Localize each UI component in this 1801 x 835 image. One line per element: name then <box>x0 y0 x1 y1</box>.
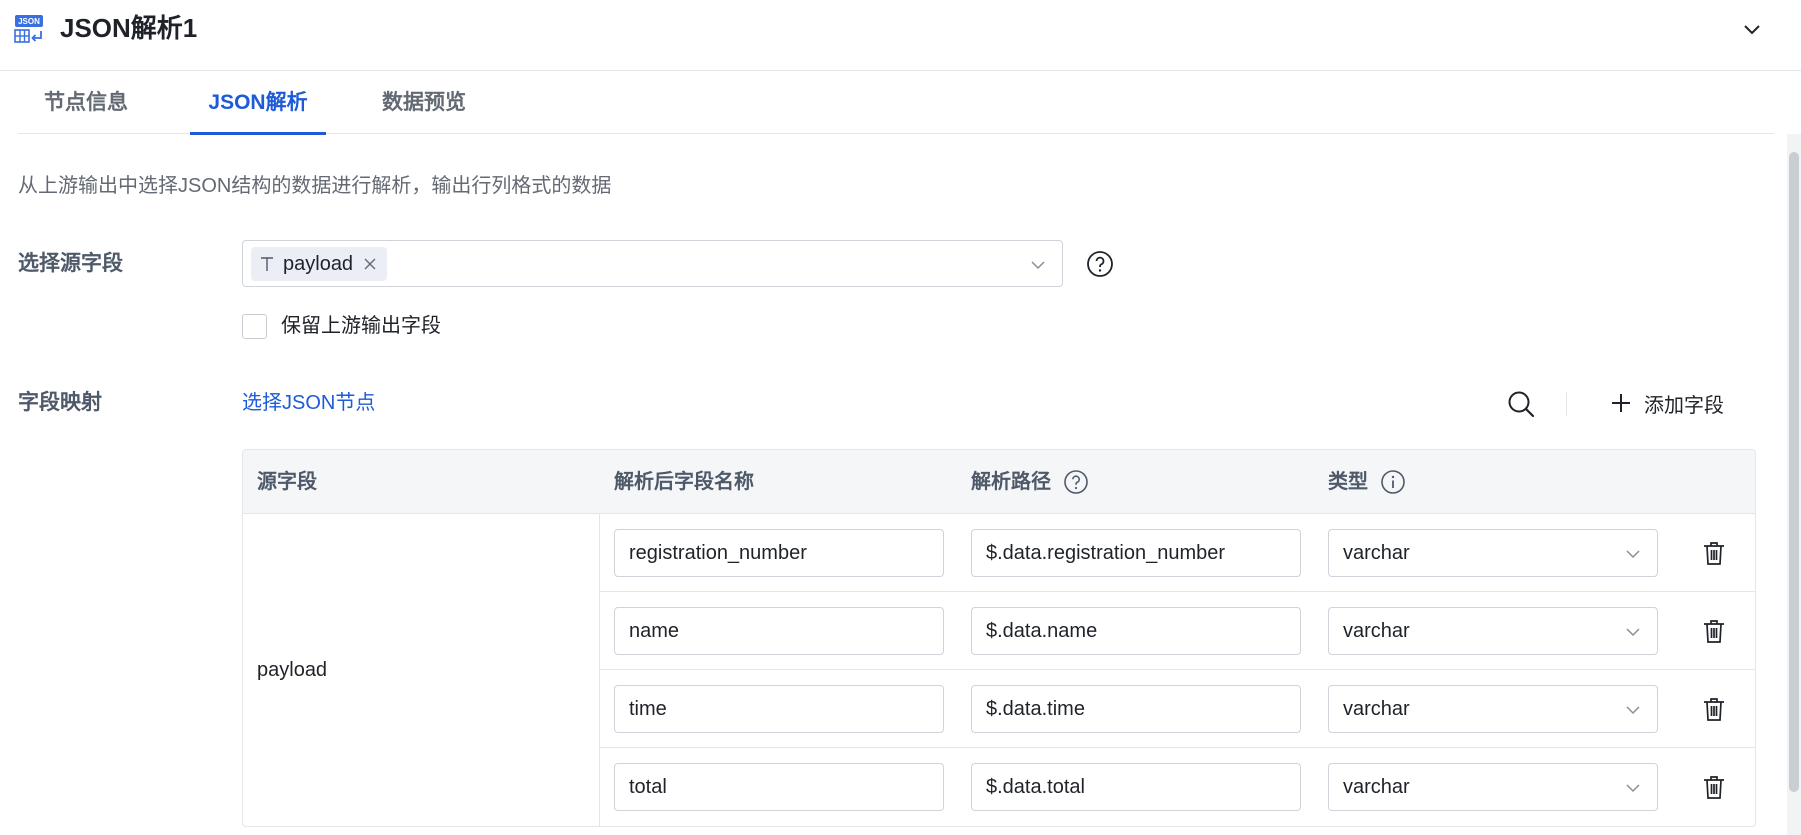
tab-json-parse[interactable]: JSON解析 <box>190 71 326 135</box>
field-type-select[interactable]: varchar <box>1328 529 1658 577</box>
chevron-down-icon <box>1031 261 1045 270</box>
column-header-type: 类型 <box>1328 450 1406 514</box>
vertical-scrollbar[interactable] <box>1787 134 1801 835</box>
field-path-input[interactable]: $.data.time <box>971 685 1301 733</box>
table-row: name $.data.name varchar <box>600 592 1755 670</box>
field-path-input[interactable]: $.data.registration_number <box>971 529 1301 577</box>
field-name-input[interactable]: total <box>614 763 944 811</box>
section-description: 从上游输出中选择JSON结构的数据进行解析，输出行列格式的数据 <box>18 175 612 197</box>
field-mapping-table: 源字段 解析后字段名称 解析路径 类型 payload registration… <box>242 449 1756 827</box>
panel-header: JSON JSON解析1 <box>0 0 1801 71</box>
add-field-button[interactable]: 添加字段 <box>1610 386 1724 420</box>
column-header-name: 解析后字段名称 <box>614 471 754 493</box>
trash-icon[interactable] <box>1700 539 1728 567</box>
chevron-down-icon <box>1626 784 1640 793</box>
table-row: registration_number $.data.registration_… <box>600 514 1755 592</box>
add-field-label: 添加字段 <box>1644 394 1724 417</box>
close-icon[interactable] <box>363 257 377 271</box>
trash-icon[interactable] <box>1700 773 1728 801</box>
field-type-value: varchar <box>1343 698 1410 720</box>
chevron-down-icon[interactable] <box>1737 14 1767 44</box>
table-header: 源字段 解析后字段名称 解析路径 类型 <box>243 450 1755 514</box>
trash-icon[interactable] <box>1700 617 1728 645</box>
field-mapping-label: 字段映射 <box>18 391 102 414</box>
table-row: total $.data.total varchar <box>600 748 1755 826</box>
field-type-select[interactable]: varchar <box>1328 685 1658 733</box>
help-icon[interactable] <box>1086 250 1114 278</box>
field-path-input[interactable]: $.data.total <box>971 763 1301 811</box>
field-type-value: varchar <box>1343 776 1410 798</box>
keep-upstream-label: 保留上游输出字段 <box>281 315 441 337</box>
info-icon[interactable] <box>1380 469 1406 495</box>
field-name-input[interactable]: time <box>614 685 944 733</box>
table-row: time $.data.time varchar <box>600 670 1755 748</box>
field-type-value: varchar <box>1343 620 1410 642</box>
field-name-input[interactable]: registration_number <box>614 529 944 577</box>
chevron-down-icon <box>1626 628 1640 637</box>
selected-tag: payload <box>251 247 388 281</box>
toolbar-divider <box>1566 392 1567 416</box>
text-type-icon <box>261 257 273 271</box>
field-type-select[interactable]: varchar <box>1328 763 1658 811</box>
tab-data-preview[interactable]: 数据预览 <box>356 71 492 134</box>
selected-tag-label: payload <box>283 252 354 275</box>
json-table-icon: JSON <box>14 15 43 43</box>
scrollbar-thumb[interactable] <box>1789 152 1799 792</box>
chevron-down-icon <box>1626 706 1640 715</box>
field-type-select[interactable]: varchar <box>1328 607 1658 655</box>
field-name-input[interactable]: name <box>614 607 944 655</box>
column-header-path: 解析路径 <box>971 450 1089 514</box>
plus-icon <box>1612 394 1630 412</box>
column-header-source: 源字段 <box>257 471 317 493</box>
tab-node-info[interactable]: 节点信息 <box>18 71 154 134</box>
trash-icon[interactable] <box>1700 695 1728 723</box>
field-path-input[interactable]: $.data.name <box>971 607 1301 655</box>
source-field-select[interactable]: payload <box>242 240 1063 287</box>
select-json-node-link[interactable]: 选择JSON节点 <box>242 389 375 417</box>
tab-bar: 节点信息 JSON解析 数据预览 <box>18 71 1774 135</box>
keep-upstream-checkbox[interactable] <box>242 314 267 339</box>
table-body: registration_number $.data.registration_… <box>243 514 1755 826</box>
source-field-label: 选择源字段 <box>18 252 123 275</box>
svg-text:JSON: JSON <box>18 17 40 26</box>
search-icon[interactable] <box>1506 389 1536 419</box>
chevron-down-icon <box>1626 550 1640 559</box>
help-icon[interactable] <box>1063 469 1089 495</box>
field-type-value: varchar <box>1343 542 1410 564</box>
panel-title: JSON解析1 <box>60 13 198 43</box>
